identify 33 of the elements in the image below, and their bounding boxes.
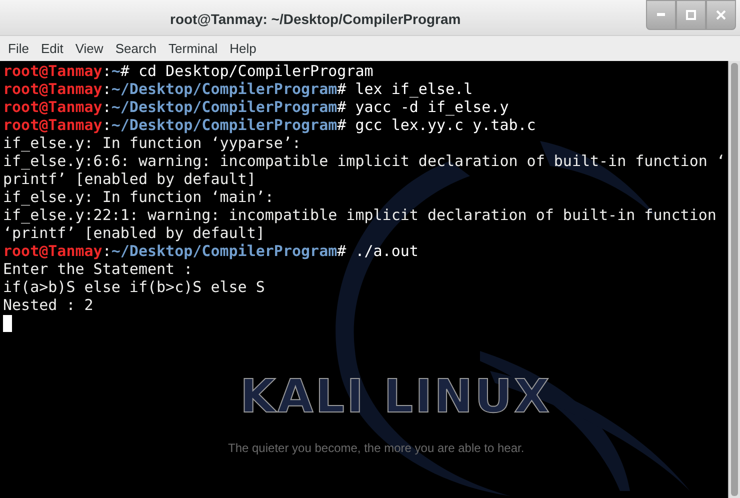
output-line: Nested : 2 xyxy=(3,296,94,314)
menu-item[interactable]: File xyxy=(4,38,33,58)
maximize-button[interactable] xyxy=(676,0,706,30)
terminal-area[interactable] xyxy=(0,61,728,498)
menu-item[interactable]: View xyxy=(71,38,108,58)
cursor-icon xyxy=(3,315,12,332)
minimize-button[interactable] xyxy=(646,0,676,30)
scrollbar-thumb[interactable] xyxy=(731,63,738,496)
prompt-line: root@Tanmay:~/Desktop/CompilerProgram# gcc lex.yy.c y.tab.c xyxy=(3,116,537,134)
output-line: if_else.y:22:1: warning: incompatible implicit declaration of built-in function xyxy=(3,206,718,224)
logo-text: KALI LINUX xyxy=(240,373,552,419)
output-line: if_else.y: In function ‘yyparse’: xyxy=(3,134,302,152)
close-button[interactable] xyxy=(706,0,736,30)
prompt-line: root@Tanmay:~/Desktop/CompilerProgram# ./a.out xyxy=(3,242,420,260)
maximize-icon xyxy=(686,10,696,20)
output-line: printf’ [enabled by default] xyxy=(3,170,257,188)
prompt-line: root@Tanmay:~# cd Desktop/CompilerProgram xyxy=(3,62,374,80)
menu-item[interactable]: Search xyxy=(111,38,161,58)
menu-item[interactable]: Edit xyxy=(36,38,68,58)
close-icon xyxy=(716,10,726,20)
output-line: if(a>b)S else if(b>c)S else S xyxy=(3,278,266,296)
output-line: if_else.y:6:6: warning: incompatible implicit declaration of built-in function ‘ xyxy=(3,152,725,170)
output-line: if_else.y: In function ‘main’: xyxy=(3,188,275,206)
minimize-icon xyxy=(656,13,666,17)
scrollbar[interactable] xyxy=(728,61,740,498)
menu-item[interactable]: Terminal xyxy=(164,38,222,58)
output-line: ‘printf’ [enabled by default] xyxy=(3,224,266,242)
window-title: root@Tanmay: ~/Desktop/CompilerProgram xyxy=(170,10,461,29)
prompt-line: root@Tanmay:~/Desktop/CompilerProgram# yacc -d if_else.y xyxy=(3,98,510,116)
tagline: The quieter you become, the more you are able to hear. xyxy=(228,440,524,457)
prompt-line: root@Tanmay:~/Desktop/CompilerProgram# lex if_else.l xyxy=(3,80,474,98)
output-line: Enter the Statement : xyxy=(3,260,194,278)
menu-item[interactable]: Help xyxy=(226,38,260,58)
